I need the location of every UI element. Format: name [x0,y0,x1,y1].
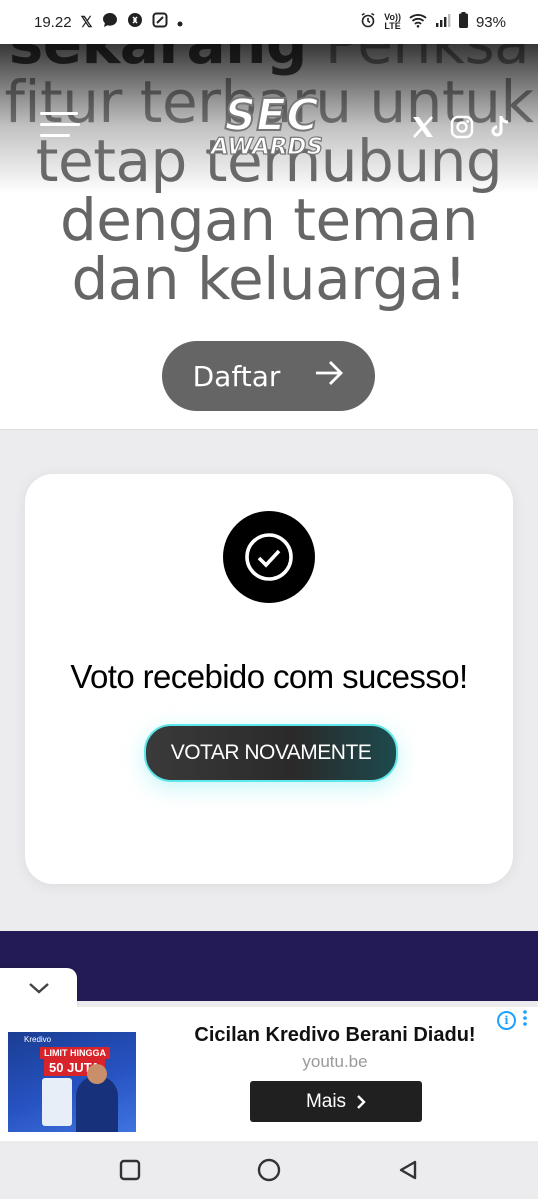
hamburger-line [40,134,70,137]
vote-again-button[interactable]: VOTAR NOVAMENTE [144,724,398,782]
chevron-right-icon [357,1094,366,1109]
hamburger-line [40,123,80,126]
ad-info-icon[interactable]: i [497,1011,516,1030]
ad-banner[interactable]: Kredivo LIMIT HINGGA 50 JUTA Cicilan Kre… [0,1007,538,1141]
battery-icon [458,12,468,32]
vote-confirmation-card: Voto recebido com sucesso! VOTAR NOVAMEN… [25,474,513,884]
home-button[interactable] [245,1146,293,1194]
content-banner [0,931,538,1001]
check-circle-icon [223,511,315,603]
back-button[interactable] [384,1146,432,1194]
ad-image-badge-line1: LIMIT HINGGA [40,1047,110,1059]
system-nav-bar [0,1141,538,1199]
tiktok-icon[interactable] [488,114,512,144]
register-button[interactable]: Daftar [162,341,375,411]
instagram-icon[interactable] [450,115,474,143]
status-bar: 19.22 𝕏 Vo)) LTE 93% [0,0,538,44]
dot-icon [177,14,183,31]
hamburger-line [40,112,78,115]
x-icon: 𝕏 [80,13,93,31]
ad-cta-label: Mais [305,1090,347,1112]
ad-image[interactable]: Kredivo LIMIT HINGGA 50 JUTA [8,1032,136,1132]
register-label: Daftar [192,359,281,393]
x-icon[interactable] [410,114,436,144]
home-icon [257,1158,281,1182]
ad-image-brand: Kredivo [24,1035,52,1044]
menu-button[interactable] [40,112,80,142]
ad-collapse-button[interactable] [0,968,77,1008]
signal-icon [435,13,451,31]
battery-percent: 93% [475,13,506,31]
volte-icon: Vo)) LTE [384,12,401,31]
logo-line2: AWARDS [208,133,325,160]
ad-title[interactable]: Cicilan Kredivo Berani Diadu! [160,1024,510,1047]
phone-graphic [42,1078,72,1126]
arrow-right-icon [314,360,344,393]
ad-cta-button[interactable]: Mais [250,1081,422,1122]
ad-url[interactable]: youtu.be [160,1052,510,1072]
recents-button[interactable] [106,1146,154,1194]
recents-icon [119,1159,140,1181]
success-message: Voto recebido com sucesso! [70,658,468,695]
alarm-icon [360,12,376,32]
wifi-icon [409,13,427,32]
ad-more-options-icon[interactable] [521,1010,529,1028]
person-graphic [76,1064,118,1132]
sec-awards-logo[interactable]: SEC AWARDS [207,88,333,168]
back-icon [400,1160,417,1180]
shazam-icon [127,12,143,32]
hero-section: sekarang Periksa fitur terbaru untuk tet… [0,44,538,430]
gallery-icon [152,12,168,32]
chevron-down-icon [28,983,49,994]
social-links [410,114,512,144]
chat-icon [102,12,118,32]
clock: 19.22 [34,13,72,31]
